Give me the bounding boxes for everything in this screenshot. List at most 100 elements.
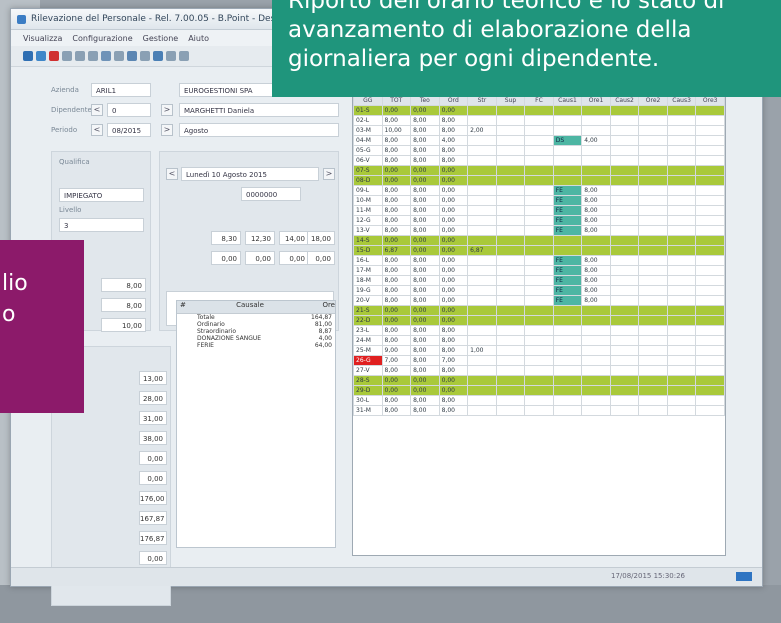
toolbar-tool-icon[interactable] — [166, 51, 176, 61]
value-field[interactable]: 10,00 — [101, 318, 146, 332]
grid-cell[interactable] — [524, 275, 554, 286]
grid-cell[interactable] — [638, 135, 668, 146]
grid-cell[interactable] — [495, 125, 526, 136]
time-field[interactable]: 18,00 — [307, 231, 335, 245]
grid-cell[interactable] — [638, 355, 668, 366]
grid-cell[interactable]: 8,00 — [438, 155, 469, 166]
grid-col-header[interactable]: FC — [524, 95, 554, 106]
grid-cell[interactable] — [581, 385, 611, 396]
grid-cell[interactable] — [467, 105, 497, 116]
grid-cell[interactable] — [524, 175, 554, 186]
grid-cell[interactable]: 30-L — [353, 395, 383, 406]
grid-cell[interactable] — [552, 305, 583, 316]
grid-cell[interactable]: 8,00 — [438, 115, 469, 126]
toolbar-delete-icon[interactable] — [49, 51, 59, 61]
grid-cell[interactable] — [552, 335, 583, 346]
grid-cell[interactable]: 0,00 — [381, 235, 412, 246]
grid-cell[interactable] — [666, 185, 697, 196]
grid-cell[interactable]: 0,00 — [410, 245, 440, 256]
grid-cell[interactable]: 8,00 — [410, 195, 440, 206]
grid-cell[interactable] — [638, 335, 668, 346]
grid-cell[interactable] — [638, 275, 668, 286]
grid-cell[interactable] — [495, 345, 526, 356]
grid-cell[interactable]: 0,00 — [410, 235, 440, 246]
grid-cell[interactable]: 0,00 — [381, 375, 412, 386]
grid-cell[interactable]: 28-S — [353, 375, 383, 386]
grid-cell[interactable] — [552, 345, 583, 356]
prev-dipendente-button[interactable]: < — [91, 104, 103, 116]
grid-cell[interactable] — [638, 405, 668, 416]
grid-row[interactable]: 12-G 8,00 8,00 0,00 FE 8,00 — [353, 215, 725, 226]
grid-cell[interactable] — [695, 255, 725, 266]
grid-cell[interactable] — [581, 235, 611, 246]
grid-cell[interactable] — [467, 115, 497, 126]
grid-cell[interactable]: 8,00 — [438, 145, 469, 156]
grid-cell[interactable]: 8,00 — [381, 145, 412, 156]
grid-cell[interactable] — [524, 195, 554, 206]
grid-cell[interactable] — [666, 175, 697, 186]
grid-cell[interactable]: 07-S — [353, 165, 383, 176]
grid-cell[interactable] — [638, 385, 668, 396]
next-dipendente-button[interactable]: > — [161, 104, 173, 116]
toolbar-tool-icon[interactable] — [140, 51, 150, 61]
grid-cell[interactable] — [467, 405, 497, 416]
causale-row[interactable]: Straordinario 8,87 — [177, 328, 335, 335]
grid-cell[interactable] — [552, 315, 583, 326]
grid-cell[interactable] — [467, 365, 497, 376]
grid-cell[interactable]: 8,00 — [410, 325, 440, 336]
grid-row[interactable]: 06-V 8,00 8,00 8,00 — [353, 155, 725, 166]
grid-row[interactable]: 11-M 8,00 8,00 0,00 FE 8,00 — [353, 205, 725, 216]
grid-cell[interactable]: 0,00 — [438, 205, 469, 216]
grid-cell[interactable] — [666, 325, 697, 336]
grid-row[interactable]: 19-G 8,00 8,00 0,00 FE 8,00 — [353, 285, 725, 296]
grid-cell[interactable]: 24-M — [353, 335, 383, 346]
grid-cell[interactable]: 02-L — [353, 115, 383, 126]
grid-cell[interactable]: 8,00 — [381, 135, 412, 146]
grid-row[interactable]: 09-L 8,00 8,00 0,00 FE 8,00 — [353, 185, 725, 196]
grid-cell[interactable] — [638, 365, 668, 376]
time-field[interactable]: 14,00 — [279, 231, 309, 245]
grid-cell[interactable]: 8,00 — [438, 345, 469, 356]
grid-cell[interactable]: 8,00 — [438, 325, 469, 336]
grid-row[interactable]: 08-D 0,00 0,00 0,00 — [353, 175, 725, 186]
grid-cell[interactable]: 8,00 — [381, 115, 412, 126]
grid-col-header[interactable]: Sup — [495, 95, 526, 106]
grid-cell[interactable]: 29-D — [353, 385, 383, 396]
grid-cell[interactable] — [467, 275, 497, 286]
grid-cell[interactable]: 8,00 — [381, 275, 412, 286]
grid-cell[interactable] — [609, 375, 640, 386]
grid-cell[interactable]: 31-M — [353, 405, 383, 416]
grid-cell[interactable] — [495, 195, 526, 206]
grid-cell[interactable] — [524, 205, 554, 216]
grid-cell[interactable]: 0,00 — [410, 375, 440, 386]
grid-cell[interactable] — [638, 315, 668, 326]
grid-cell[interactable] — [666, 385, 697, 396]
grid-cell[interactable]: FE — [552, 265, 583, 276]
grid-cell[interactable]: 8,00 — [581, 195, 611, 206]
grid-cell[interactable] — [666, 165, 697, 176]
grid-cell[interactable] — [467, 335, 497, 346]
grid-cell[interactable] — [638, 195, 668, 206]
grid-cell[interactable] — [467, 165, 497, 176]
grid-cell[interactable]: 4,00 — [438, 135, 469, 146]
grid-cell[interactable] — [695, 105, 725, 116]
grid-cell[interactable]: 0,00 — [438, 255, 469, 266]
grid-cell[interactable]: 8,00 — [410, 285, 440, 296]
grid-cell[interactable] — [581, 145, 611, 156]
grid-cell[interactable]: 8,00 — [438, 405, 469, 416]
grid-cell[interactable] — [467, 255, 497, 266]
grid-cell[interactable] — [495, 315, 526, 326]
grid-cell[interactable] — [581, 345, 611, 356]
grid-cell[interactable] — [609, 305, 640, 316]
time-field[interactable]: 0,00 — [211, 251, 241, 265]
grid-cell[interactable]: 8,00 — [410, 295, 440, 306]
grid-cell[interactable] — [467, 285, 497, 296]
azienda-code-field[interactable]: ARIL1 — [91, 83, 151, 97]
grid-row[interactable]: 07-S 0,00 0,00 0,00 — [353, 165, 725, 176]
grid-cell[interactable] — [609, 355, 640, 366]
grid-cell[interactable] — [695, 135, 725, 146]
grid-cell[interactable] — [552, 355, 583, 366]
time-field[interactable]: 8,30 — [211, 231, 241, 245]
grid-cell[interactable] — [695, 165, 725, 176]
grid-cell[interactable] — [552, 385, 583, 396]
